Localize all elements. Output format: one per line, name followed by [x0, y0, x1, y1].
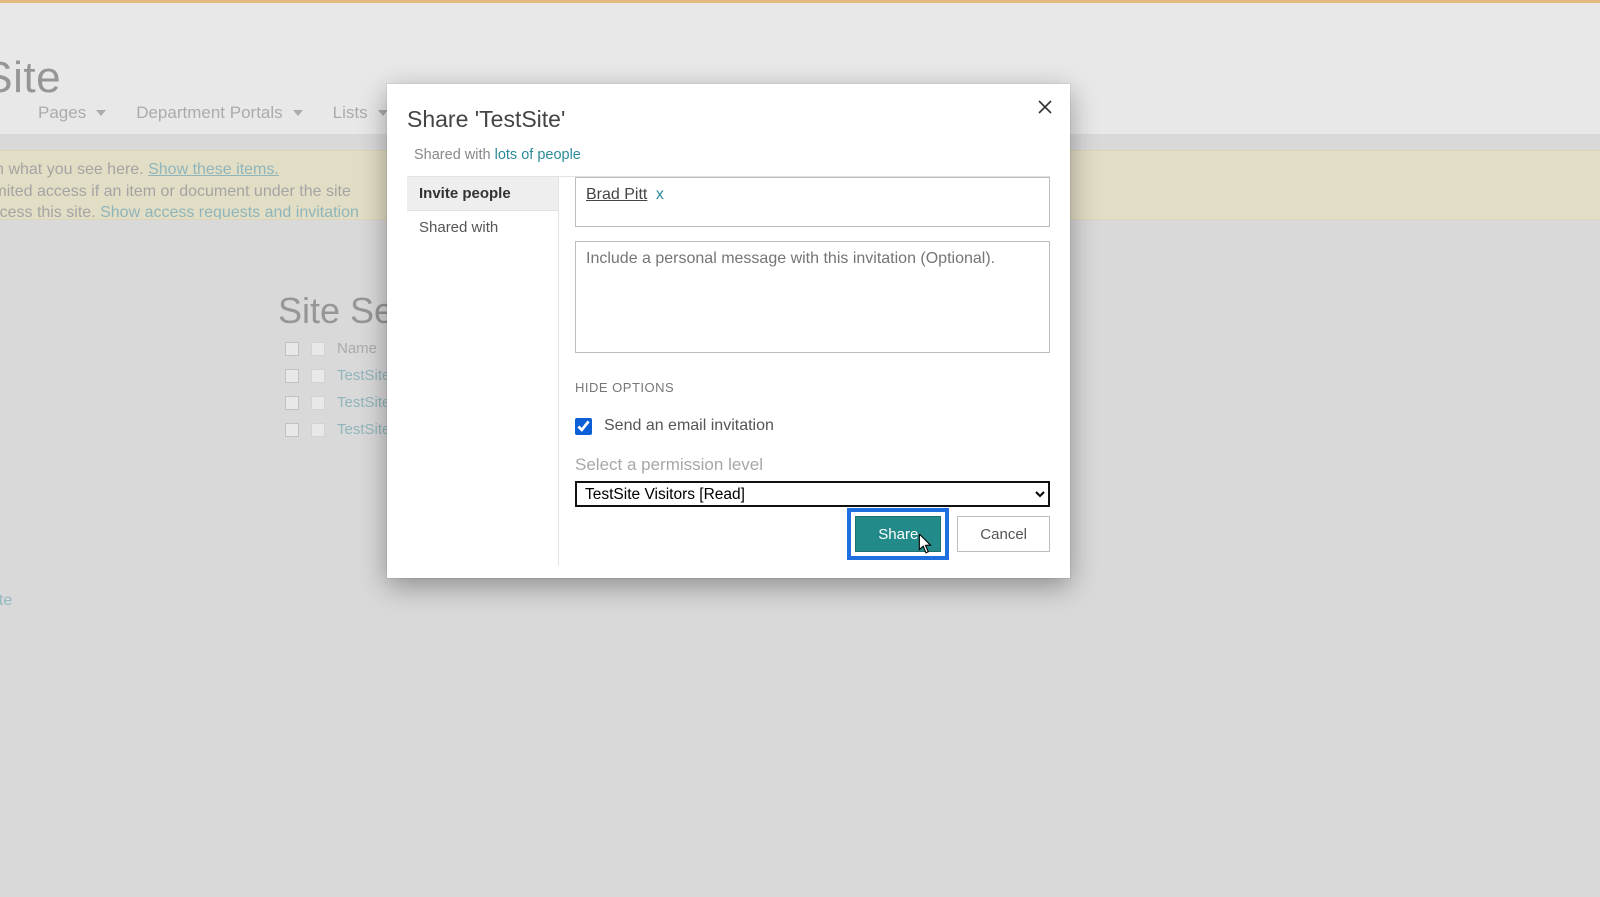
- site-title: stSite: [0, 53, 61, 103]
- row-checkbox[interactable]: [285, 369, 299, 383]
- shared-prefix: Shared with: [414, 147, 495, 163]
- dialog-body: Invite people Shared with Brad Pitt x HI…: [407, 176, 1050, 566]
- header-checkbox[interactable]: [311, 342, 325, 356]
- close-icon: [1037, 99, 1053, 115]
- select-all-checkbox[interactable]: [285, 342, 299, 356]
- left-nav-link[interactable]: ate: [0, 592, 12, 610]
- send-email-label: Send an email invitation: [604, 417, 774, 435]
- dialog-actions: Share Cancel: [847, 508, 1050, 560]
- permissions-list: Name TestSite TestSite TestSite: [285, 340, 390, 448]
- shared-with-link[interactable]: lots of people: [495, 147, 581, 163]
- nav-label: Department Portals: [136, 103, 282, 123]
- row-checkbox[interactable]: [285, 423, 299, 437]
- row-checkbox-2[interactable]: [311, 423, 325, 437]
- list-header: Name: [285, 340, 390, 357]
- share-dialog: Share 'TestSite' Shared with lots of peo…: [387, 84, 1070, 578]
- top-nav: Pages Department Portals Lists: [0, 103, 388, 123]
- tab-invite-people[interactable]: Invite people: [407, 177, 558, 211]
- share-button[interactable]: Share: [855, 516, 941, 552]
- notice-text: s may have limited access if an item or …: [0, 183, 351, 200]
- tab-shared-with[interactable]: Shared with: [407, 211, 558, 244]
- list-item[interactable]: TestSite: [285, 421, 390, 438]
- notice-text: at they can access this site.: [0, 204, 100, 220]
- nav-item-lists[interactable]: Lists: [333, 103, 388, 123]
- nav-item-pages[interactable]: Pages: [38, 103, 106, 123]
- nav-label: Lists: [333, 103, 368, 123]
- row-checkbox-2[interactable]: [311, 369, 325, 383]
- notice-text: rmissions from what you see here.: [0, 161, 148, 178]
- row-checkbox[interactable]: [285, 396, 299, 410]
- hide-options-toggle[interactable]: HIDE OPTIONS: [575, 380, 1050, 395]
- nav-label: Pages: [38, 103, 86, 123]
- group-link[interactable]: TestSite: [337, 367, 390, 384]
- group-link[interactable]: TestSite: [337, 421, 390, 438]
- column-name[interactable]: Name: [337, 340, 377, 357]
- remove-person-button[interactable]: x: [656, 186, 664, 203]
- row-checkbox-2[interactable]: [311, 396, 325, 410]
- nav-item-department-portals[interactable]: Department Portals: [136, 103, 302, 123]
- list-item[interactable]: TestSite: [285, 367, 390, 384]
- list-item[interactable]: TestSite: [285, 394, 390, 411]
- dialog-tabs: Invite people Shared with: [407, 177, 559, 566]
- send-email-option[interactable]: Send an email invitation: [575, 417, 1050, 435]
- show-access-requests-link[interactable]: Show access requests and invitation: [100, 204, 359, 220]
- invite-panel: Brad Pitt x HIDE OPTIONS Send an email i…: [559, 177, 1050, 566]
- invitation-message-input[interactable]: [575, 241, 1050, 353]
- selected-person: Brad Pitt: [586, 186, 647, 203]
- permission-level-label: Select a permission level: [575, 455, 1050, 475]
- close-button[interactable]: [1030, 92, 1060, 122]
- dialog-title: Share 'TestSite': [407, 106, 565, 133]
- highlight-ring: Share: [847, 508, 949, 560]
- send-email-checkbox[interactable]: [575, 418, 592, 435]
- cancel-button[interactable]: Cancel: [957, 516, 1050, 552]
- people-picker[interactable]: Brad Pitt x: [575, 177, 1050, 227]
- show-items-link[interactable]: Show these items.: [148, 161, 279, 178]
- chevron-down-icon: [293, 110, 303, 116]
- chevron-down-icon: [96, 110, 106, 116]
- shared-with-summary: Shared with lots of people: [414, 147, 581, 163]
- group-link[interactable]: TestSite: [337, 394, 390, 411]
- permission-level-select[interactable]: TestSite Visitors [Read]: [575, 481, 1050, 507]
